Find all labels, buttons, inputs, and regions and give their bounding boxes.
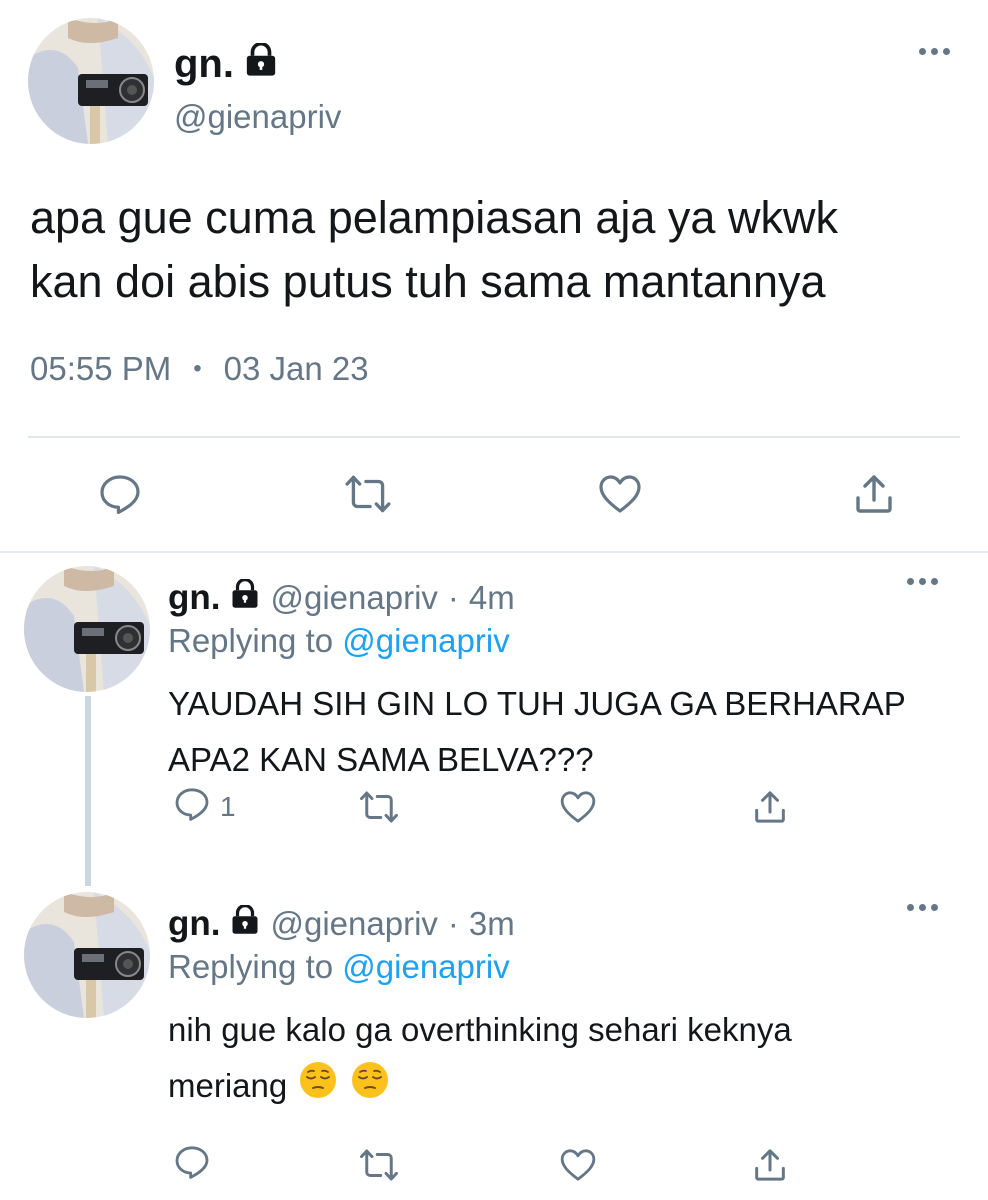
more-icon[interactable] — [907, 904, 938, 911]
pensive-face-icon — [350, 1060, 390, 1117]
tweet-text-line: meriang — [168, 1067, 288, 1104]
reply-count: 1 — [220, 791, 236, 822]
tweet-actions — [0, 1140, 988, 1190]
tweet-time[interactable]: 05:55 PM — [30, 350, 171, 388]
tweet-text: nih gue kalo ga overthinking sehari kekn… — [168, 1002, 948, 1117]
avatar[interactable] — [24, 892, 150, 1018]
lock-icon — [244, 41, 278, 87]
like-icon[interactable] — [558, 1140, 598, 1190]
replying-to: Replying to @gienapriv — [168, 622, 510, 660]
avatar-image — [24, 566, 150, 692]
like-icon[interactable] — [558, 782, 598, 832]
tweet-age[interactable]: 3m — [469, 905, 515, 943]
share-icon[interactable] — [846, 466, 902, 522]
retweet-icon[interactable] — [358, 782, 400, 832]
display-name: gn. — [174, 41, 278, 87]
tweet-text-line-with-emoji: meriang — [168, 1058, 948, 1117]
tweet-actions — [0, 466, 988, 522]
tweet-text-line: YAUDAH SIH GIN LO TUH JUGA GA BERHARAP — [168, 685, 906, 722]
replying-to-label: Replying to — [168, 948, 334, 985]
reply-icon — [172, 1142, 212, 1189]
share-icon[interactable] — [750, 1140, 790, 1190]
pensive-face-icon — [298, 1060, 338, 1117]
reply-button[interactable] — [172, 1140, 220, 1190]
meta-separator: · — [447, 905, 459, 942]
user-handle[interactable]: @gienapriv — [174, 98, 341, 136]
tweet-actions: 1 — [0, 782, 988, 832]
divider — [28, 436, 960, 438]
reply-tweet[interactable]: gn. @gienapriv · 4m Replying to @gienapr… — [0, 552, 988, 872]
more-icon[interactable] — [907, 578, 938, 585]
avatar[interactable] — [28, 18, 154, 144]
replying-to-link[interactable]: @gienapriv — [342, 622, 509, 659]
tweet-timestamp: 05:55 PM • 03 Jan 23 — [30, 350, 369, 388]
like-icon[interactable] — [592, 466, 648, 522]
meta-separator: · — [447, 579, 459, 616]
share-icon[interactable] — [750, 782, 790, 832]
tweet-text: YAUDAH SIH GIN LO TUH JUGA GA BERHARAP A… — [168, 676, 948, 788]
avatar-image — [28, 18, 154, 144]
reply-header: gn. @gienapriv · 3m — [168, 904, 515, 944]
retweet-icon[interactable] — [340, 466, 396, 522]
lock-icon — [230, 904, 260, 943]
retweet-icon[interactable] — [358, 1140, 400, 1190]
reply-tweet[interactable]: gn. @gienapriv · 3m Replying to @gienapr… — [0, 878, 988, 1200]
tweet-text-line: nih gue kalo ga overthinking sehari kekn… — [168, 1011, 792, 1048]
tweet-text-line: APA2 KAN SAMA BELVA??? — [168, 741, 594, 778]
replying-to: Replying to @gienapriv — [168, 948, 510, 986]
tweet-text-line: apa gue cuma pelampiasan aja ya wkwk — [30, 192, 838, 243]
time-separator: • — [193, 355, 202, 382]
user-handle[interactable]: @gienapriv — [270, 905, 437, 943]
tweet-date[interactable]: 03 Jan 23 — [224, 350, 369, 388]
reply-icon — [172, 784, 212, 831]
avatar[interactable] — [24, 566, 150, 692]
more-icon[interactable] — [919, 48, 950, 55]
reply-header: gn. @gienapriv · 4m — [168, 578, 515, 618]
thread-line — [85, 696, 91, 886]
main-tweet: gn. @gienapriv apa gue cuma pelampiasan … — [0, 0, 988, 552]
display-name[interactable]: gn. — [168, 578, 220, 618]
tweet-age[interactable]: 4m — [469, 579, 515, 617]
reply-button[interactable]: 1 — [172, 782, 236, 832]
display-name-text: gn. — [174, 42, 234, 86]
tweet-text-line: kan doi abis putus tuh sama mantannya — [30, 256, 826, 307]
user-handle[interactable]: @gienapriv — [270, 579, 437, 617]
avatar-image — [24, 892, 150, 1018]
replying-to-link[interactable]: @gienapriv — [342, 948, 509, 985]
lock-icon — [230, 578, 260, 617]
replying-to-label: Replying to — [168, 622, 334, 659]
tweet-text: apa gue cuma pelampiasan aja ya wkwk kan… — [30, 186, 960, 314]
reply-icon[interactable] — [92, 466, 148, 522]
display-name[interactable]: gn. — [168, 904, 220, 944]
